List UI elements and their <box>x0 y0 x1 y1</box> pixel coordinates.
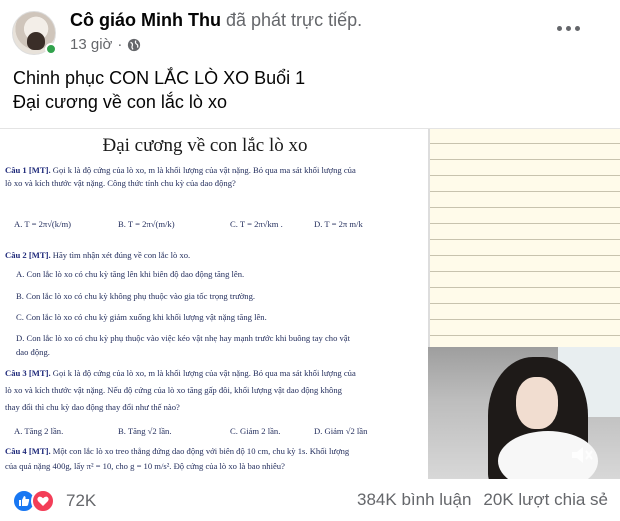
author-action: đã phát trực tiếp. <box>226 10 363 30</box>
post-text-line-2: Đại cương về con lắc lò xo <box>13 92 227 112</box>
shares-count[interactable]: 20K lượt chia sẻ <box>483 490 608 510</box>
reactions-summary[interactable]: 72K <box>12 489 96 513</box>
q3-line-2: lò xo và kích thước vật nặng. Nếu độ cứn… <box>5 385 342 395</box>
meta-separator: · <box>117 36 123 53</box>
comments-count[interactable]: 384K bình luận <box>357 490 471 510</box>
q3-line-3: thay đổi thì chu kỳ dao động thay đổi nh… <box>5 402 180 412</box>
q2-option-a: A. Con lắc lò xo có chu kỳ tăng lên khi … <box>16 269 245 279</box>
reaction-count: 72K <box>66 491 97 510</box>
q1-option-c: C. T = 2π√km . <box>230 219 283 229</box>
q1-option-d: D. T = 2π m/k <box>314 219 363 229</box>
q3-option-a: A. Tăng 2 lần. <box>14 426 64 436</box>
q2-option-d-line-1: D. Con lắc lò xo có chu kỳ phụ thuộc vào… <box>16 333 351 343</box>
document-title: Đại cương về con lắc lò xo <box>102 135 308 156</box>
video-document: Đại cương về con lắc lò xo Câu 1 [MT]. G… <box>0 129 428 479</box>
q3-option-c: C. Giảm 2 lần. <box>230 426 281 436</box>
globe-icon <box>128 38 141 51</box>
speaker-muted-icon[interactable] <box>568 442 594 468</box>
q1-line-2: lò xo và kích thước vật nặng. Công thức … <box>5 178 236 188</box>
q4-line-2: của quả nặng 400g, lấy π² = 10, cho g = … <box>5 461 285 471</box>
q2-option-c: C. Con lắc lò xo có chu kỳ giảm xuống kh… <box>16 312 267 322</box>
post-text: Chinh phục CON LẮC LÒ XO Buổi 1 Đại cươn… <box>13 66 305 114</box>
post-text-line-1: Chinh phục CON LẮC LÒ XO Buổi 1 <box>13 68 306 88</box>
post-header: Cô giáo Minh Thu đã phát trực tiếp. 13 g… <box>0 0 620 60</box>
q4-line-1: Câu 4 [MT]. Một con lắc lò xo treo thẳng… <box>5 446 350 456</box>
q2-option-b: B. Con lắc lò xo có chu kỳ không phụ thu… <box>16 291 256 301</box>
q1-option-a: A. T = 2π√(k/m) <box>14 219 72 229</box>
love-icon <box>31 489 55 513</box>
post-meta: 13 giờ · <box>70 36 141 53</box>
webcam-overlay <box>428 347 620 479</box>
q3-line-1: Câu 3 [MT]. Gọi k là độ cứng của lò xo, … <box>5 368 356 378</box>
author-line: Cô giáo Minh Thu đã phát trực tiếp. <box>70 10 362 31</box>
engagement-stats: 384K bình luận 20K lượt chia sẻ <box>357 490 608 510</box>
q2-option-d-line-2: dao động. <box>16 347 50 357</box>
author-name[interactable]: Cô giáo Minh Thu <box>70 10 221 30</box>
more-icon[interactable] <box>548 18 588 38</box>
post-time[interactable]: 13 giờ <box>70 36 112 53</box>
q2-line: Câu 2 [MT]. Hãy tìm nhận xét đúng về con… <box>5 250 191 260</box>
q3-option-b: B. Tăng √2 lần. <box>118 426 172 436</box>
q3-option-d: D. Giảm √2 lần <box>314 426 368 436</box>
q1-line-1: Câu 1 [MT]. Gọi k là độ cứng của lò xo, … <box>5 165 356 175</box>
q1-option-b: B. T = 2π√(m/k) <box>118 219 175 229</box>
online-status-dot <box>45 43 57 55</box>
live-video[interactable]: Đại cương về con lắc lò xo Câu 1 [MT]. G… <box>0 128 620 479</box>
